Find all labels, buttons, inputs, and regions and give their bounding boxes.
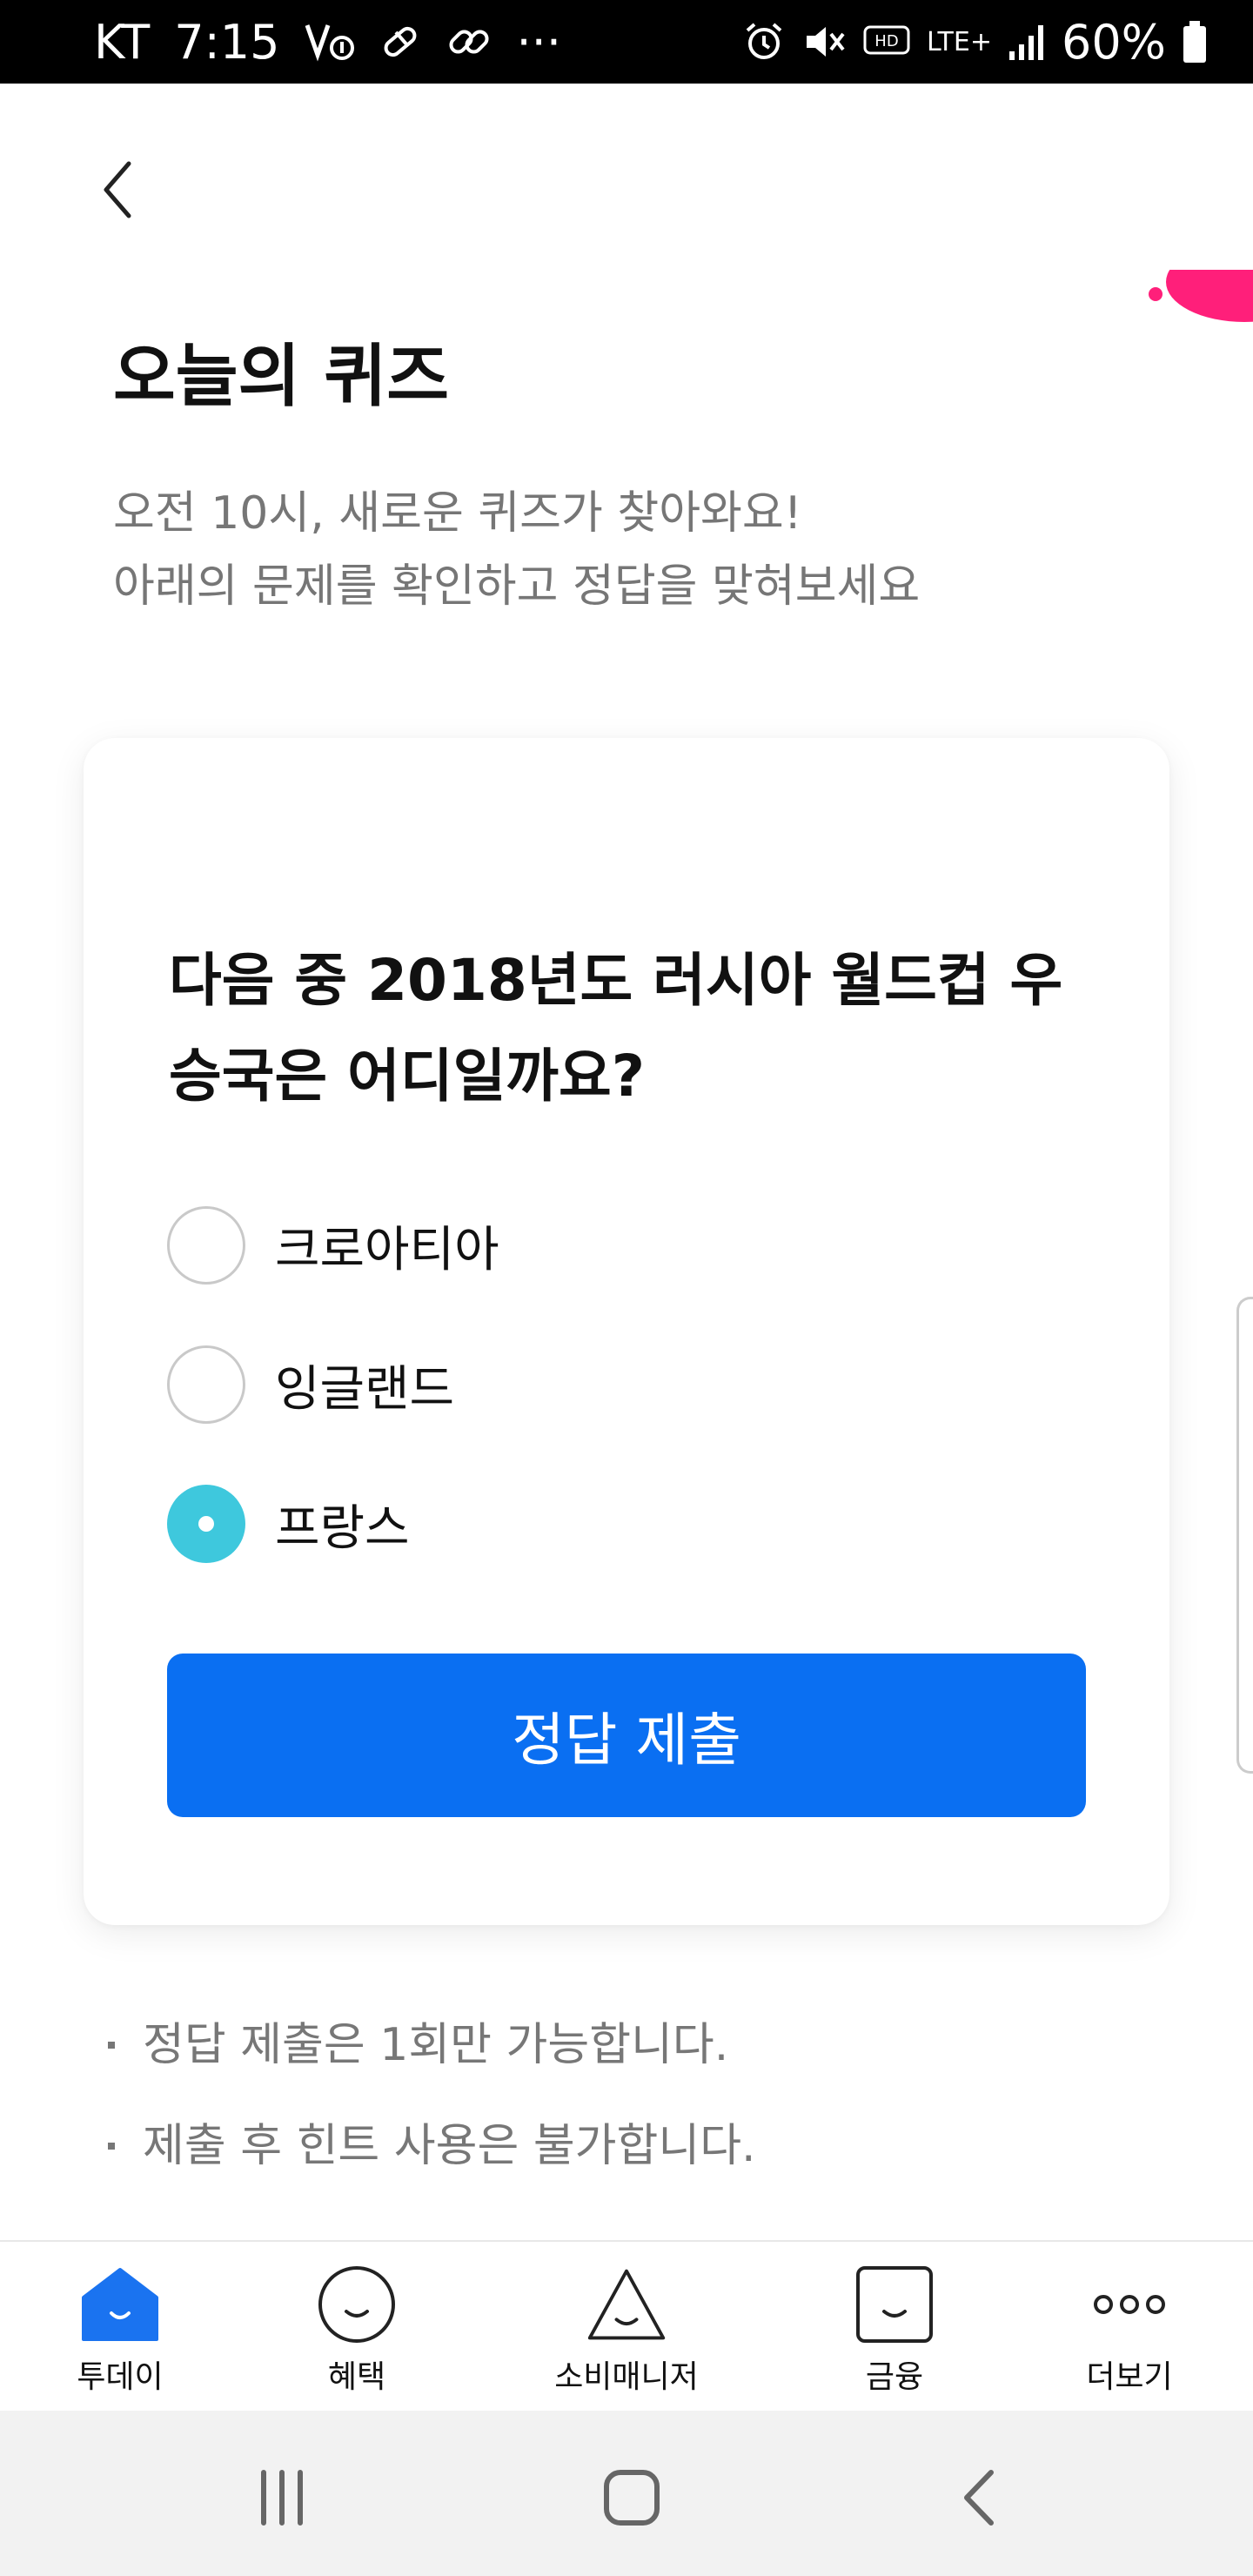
volte-icon — [304, 20, 355, 64]
mute-icon — [801, 20, 847, 64]
question-line-1: 다음 중 2018년도 러시아 월드컵 우 — [169, 947, 1063, 1014]
system-navigation-bar — [0, 2411, 1253, 2576]
nav-tab-spending-manager[interactable]: 소비매니저 — [536, 2242, 717, 2412]
note-item: 정답 제출은 1회만 가능합니다. — [108, 2019, 756, 2071]
quiz-option-england[interactable]: 잉글랜드 — [167, 1342, 454, 1427]
home-button-icon[interactable] — [588, 2454, 675, 2541]
subtitle-line-2: 아래의 문제를 확인하고 정답을 맞혀보세요 — [113, 560, 921, 613]
note-item: 제출 후 힌트 사용은 불가합니다. — [108, 2120, 756, 2172]
clock: 7:15 — [174, 14, 280, 70]
smile-triangle-icon — [585, 2263, 668, 2346]
smile-square-icon — [853, 2263, 936, 2346]
option-label: 프랑스 — [275, 1499, 410, 1557]
page-subtitle: 오전 10시, 새로운 퀴즈가 찾아와요! 아래의 문제를 확인하고 정답을 맞… — [113, 477, 920, 623]
hd-voice-icon: HD — [862, 20, 911, 64]
quiz-option-croatia[interactable]: 크로아티아 — [167, 1203, 499, 1288]
home-icon — [78, 2263, 162, 2346]
bullet-icon — [108, 2143, 115, 2150]
nav-label: 투데이 — [77, 2359, 164, 2395]
nav-tab-benefits[interactable]: 혜택 — [291, 2242, 423, 2412]
bottom-navigation: 투데이 혜택 소비매니저 금융 더보기 — [0, 2240, 1253, 2412]
alarm-icon — [742, 20, 786, 64]
radio-unselected-icon[interactable] — [167, 1345, 245, 1424]
subtitle-line-1: 오전 10시, 새로운 퀴즈가 찾아와요! — [113, 487, 802, 540]
quiz-option-france[interactable]: 프랑스 — [167, 1481, 410, 1566]
nav-label: 소비매니저 — [554, 2359, 699, 2395]
quiz-question: 다음 중 2018년도 러시아 월드컵 우 승국은 어디일까요? — [169, 933, 1100, 1124]
battery-icon — [1182, 19, 1208, 64]
scroll-handle[interactable] — [1236, 1297, 1253, 1774]
nav-tab-more[interactable]: 더보기 — [1063, 2242, 1196, 2412]
signal-icon — [1008, 20, 1046, 64]
back-button[interactable] — [87, 155, 148, 225]
radio-unselected-icon[interactable] — [167, 1206, 245, 1285]
page-title: 오늘의 퀴즈 — [113, 338, 449, 416]
radio-selected-icon[interactable] — [167, 1485, 245, 1563]
option-label: 크로아티아 — [275, 1221, 499, 1278]
decorative-mascot — [1140, 242, 1253, 339]
smile-circle-icon — [315, 2263, 399, 2346]
more-dots-icon — [1088, 2263, 1171, 2346]
recent-apps-icon[interactable] — [238, 2454, 325, 2541]
network-type-label: LTE+ — [926, 26, 992, 57]
status-bar-left: KT 7:15 ··· — [94, 0, 561, 84]
status-bar: KT 7:15 ··· HD LTE+ 60% — [0, 0, 1253, 84]
battery-percent: 60% — [1061, 14, 1166, 70]
svg-text:HD: HD — [874, 32, 898, 50]
link-icon — [446, 20, 492, 64]
carrier-label: KT — [94, 14, 151, 70]
question-line-2: 승국은 어디일까요? — [169, 1043, 646, 1110]
status-bar-right: HD LTE+ 60% — [742, 0, 1208, 84]
note-text: 정답 제출은 1회만 가능합니다. — [143, 2019, 729, 2071]
nav-label: 금융 — [865, 2359, 924, 2395]
bullet-icon — [108, 2042, 115, 2049]
pill-icon — [379, 20, 422, 64]
option-label: 잉글랜드 — [275, 1360, 455, 1418]
nav-tab-today[interactable]: 투데이 — [54, 2242, 186, 2412]
quiz-notes: 정답 제출은 1회만 가능합니다. 제출 후 힌트 사용은 불가합니다. — [108, 2019, 756, 2221]
note-text: 제출 후 힌트 사용은 불가합니다. — [143, 2120, 756, 2172]
submit-answer-button[interactable]: 정답 제출 — [167, 1654, 1086, 1817]
nav-label: 더보기 — [1086, 2359, 1173, 2395]
more-notifications-icon: ··· — [516, 14, 561, 70]
nav-label: 혜택 — [327, 2359, 386, 2395]
quiz-card: 다음 중 2018년도 러시아 월드컵 우 승국은 어디일까요? 크로아티아 잉… — [84, 738, 1169, 1925]
nav-tab-finance[interactable]: 금융 — [828, 2242, 961, 2412]
back-nav-icon[interactable] — [938, 2454, 1025, 2541]
